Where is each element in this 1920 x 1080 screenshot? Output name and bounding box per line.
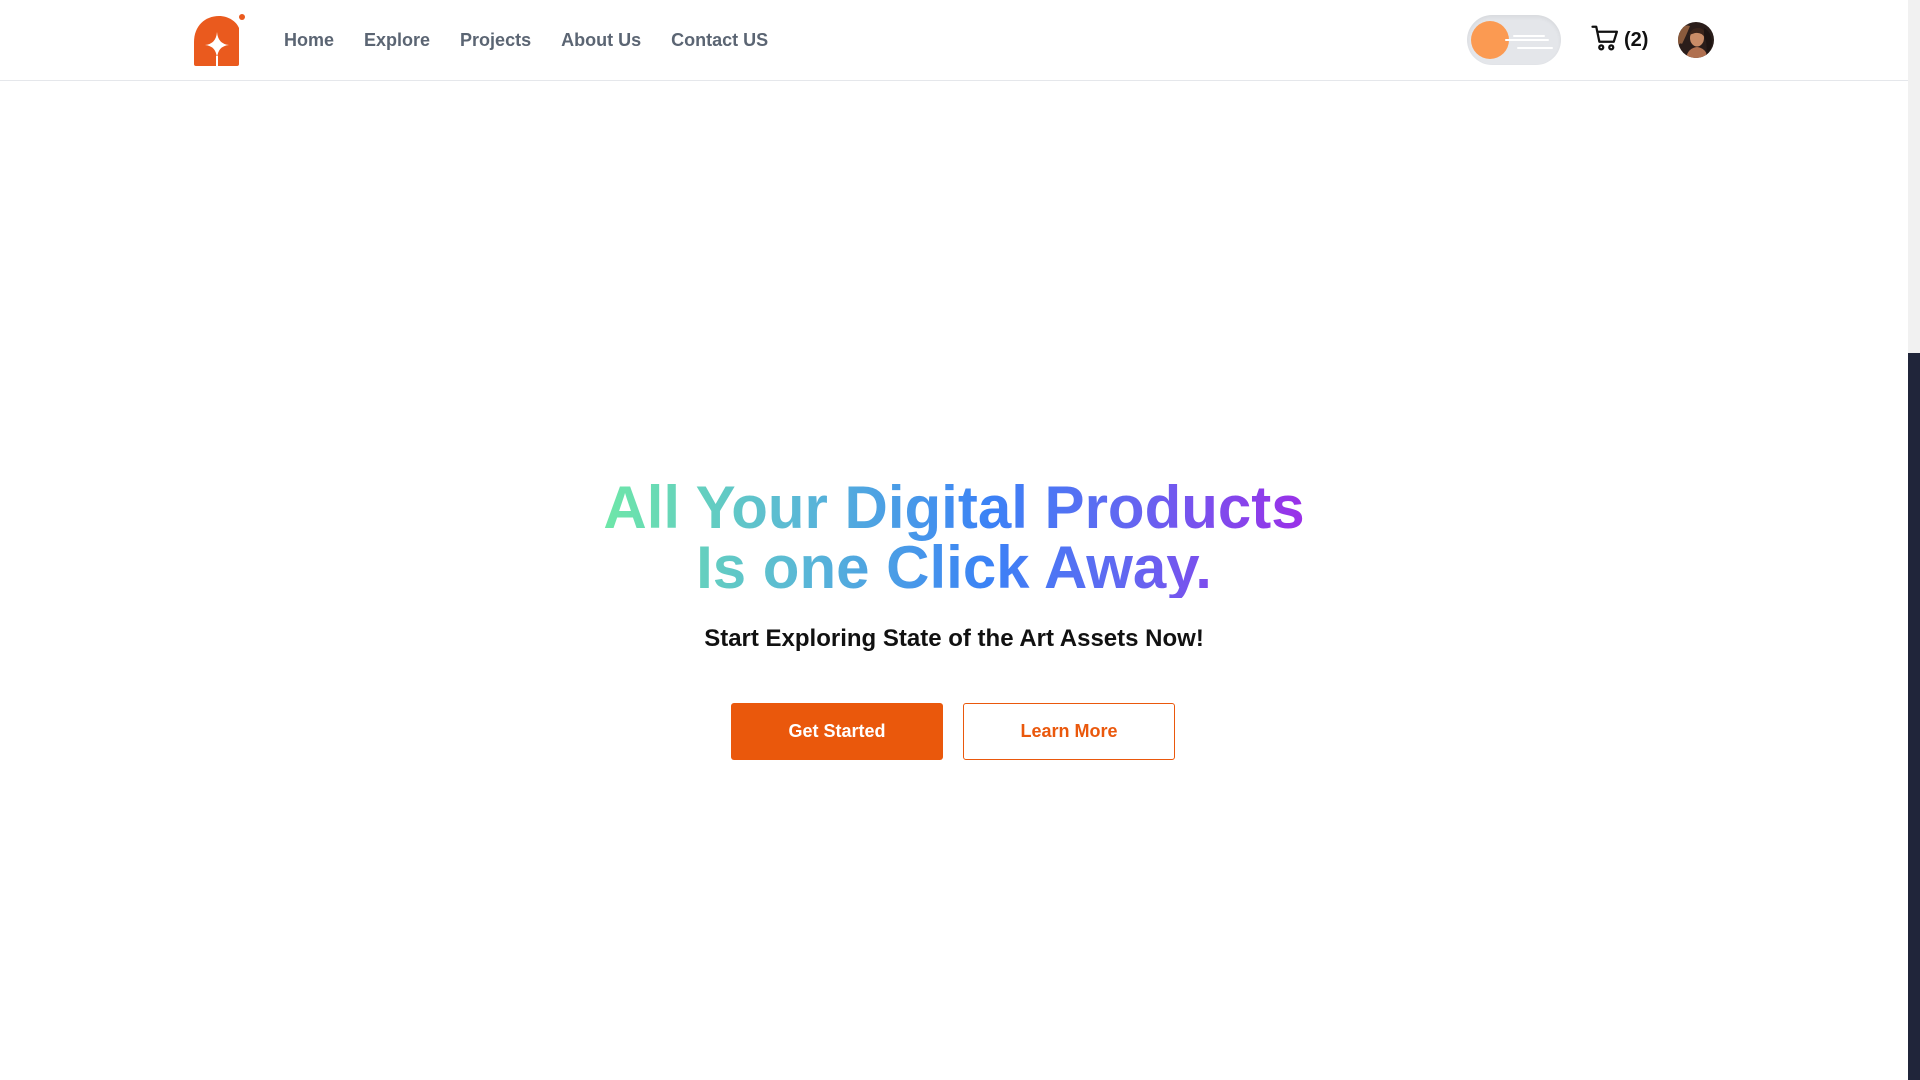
- toggle-line-decoration: [1517, 47, 1553, 49]
- hero-headline: All Your Digital Products Is one Click A…: [0, 478, 1908, 598]
- scrollbar-thumb[interactable]: [1908, 353, 1920, 1080]
- learn-more-button[interactable]: Learn More: [963, 703, 1175, 760]
- toggle-knob: [1471, 21, 1509, 59]
- hero-section: All Your Digital Products Is one Click A…: [0, 80, 1908, 1080]
- main-nav: Home Explore Projects About Us Contact U…: [284, 0, 768, 80]
- user-avatar[interactable]: [1678, 22, 1714, 58]
- hero-headline-line-2: Is one Click Away.: [696, 534, 1212, 601]
- sparkle-logo-icon[interactable]: [192, 12, 248, 68]
- toggle-line-decoration: [1513, 35, 1545, 37]
- hero-headline-line-1: All Your Digital Products: [603, 474, 1305, 541]
- hero-subtitle: Start Exploring State of the Art Assets …: [704, 625, 1204, 652]
- theme-toggle[interactable]: [1467, 15, 1561, 65]
- cart-button[interactable]: (2): [1590, 22, 1648, 58]
- cart-icon: [1590, 23, 1620, 58]
- nav-projects-link[interactable]: Projects: [460, 30, 531, 51]
- toggle-line-decoration: [1505, 39, 1549, 41]
- navbar: Home Explore Projects About Us Contact U…: [0, 0, 1908, 81]
- cart-count: (2): [1624, 28, 1649, 51]
- page: Home Explore Projects About Us Contact U…: [0, 0, 1920, 1080]
- nav-explore-link[interactable]: Explore: [364, 30, 430, 51]
- nav-about-link[interactable]: About Us: [561, 30, 641, 51]
- get-started-button[interactable]: Get Started: [731, 703, 943, 760]
- nav-contact-link[interactable]: Contact US: [671, 30, 768, 51]
- hero-headline-text: All Your Digital Products Is one Click A…: [603, 478, 1304, 598]
- nav-home-link[interactable]: Home: [284, 30, 334, 51]
